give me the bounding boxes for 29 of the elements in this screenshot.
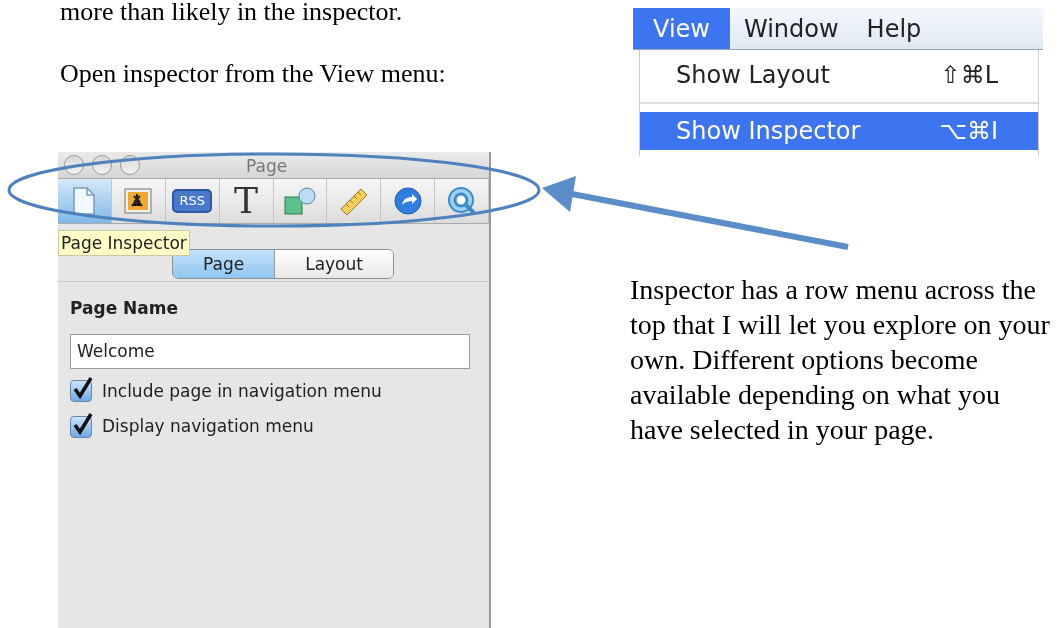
body-text: more than likely in the inspector.	[60, 0, 403, 28]
photo-icon	[124, 188, 153, 214]
menu-bar-item[interactable]: View	[633, 8, 730, 49]
checkbox[interactable]	[70, 415, 92, 438]
page-name-field[interactable]: Welcome	[70, 333, 470, 369]
menu-bar-item[interactable]: Window	[729, 8, 853, 49]
shapes-icon	[282, 186, 317, 216]
menu-item[interactable]: Show Layout ⇧⌘L	[640, 56, 1038, 94]
checkbox-label: Include page in navigation menu	[102, 379, 382, 403]
menu-item[interactable]: Show Inspector ⌥⌘I	[640, 112, 1038, 150]
tooltip: Page Inspector	[58, 230, 190, 256]
paragraph: Inspector has a row menu across the top that I will let you explore on your own. Different options become available depending on what you have selected in your page.	[630, 273, 1051, 447]
segment-tab[interactable]: Layout	[275, 250, 393, 278]
menu-bar-item[interactable]: Help	[852, 8, 936, 49]
field-label: Page Name	[70, 297, 180, 320]
segment-tab[interactable]: Page	[173, 250, 276, 278]
arrow-circle-icon	[392, 186, 423, 216]
window-title: Page	[246, 155, 288, 178]
menu-item-label: Show Layout	[676, 60, 830, 91]
checkbox-label: Display navigation menu	[102, 415, 314, 438]
page-icon	[72, 186, 97, 216]
quicktime-icon	[446, 186, 477, 216]
body-text: Open inspector from the View menu:	[60, 58, 446, 90]
keyboard-shortcut: ⌥⌘I	[939, 116, 998, 147]
menu-item-label: Show Inspector	[676, 116, 861, 147]
checkbox[interactable]	[70, 380, 92, 403]
keyboard-shortcut: ⇧⌘L	[940, 60, 998, 91]
toolbar-button[interactable]: RSS	[165, 179, 220, 223]
toolbar-button[interactable]: T	[219, 179, 274, 223]
